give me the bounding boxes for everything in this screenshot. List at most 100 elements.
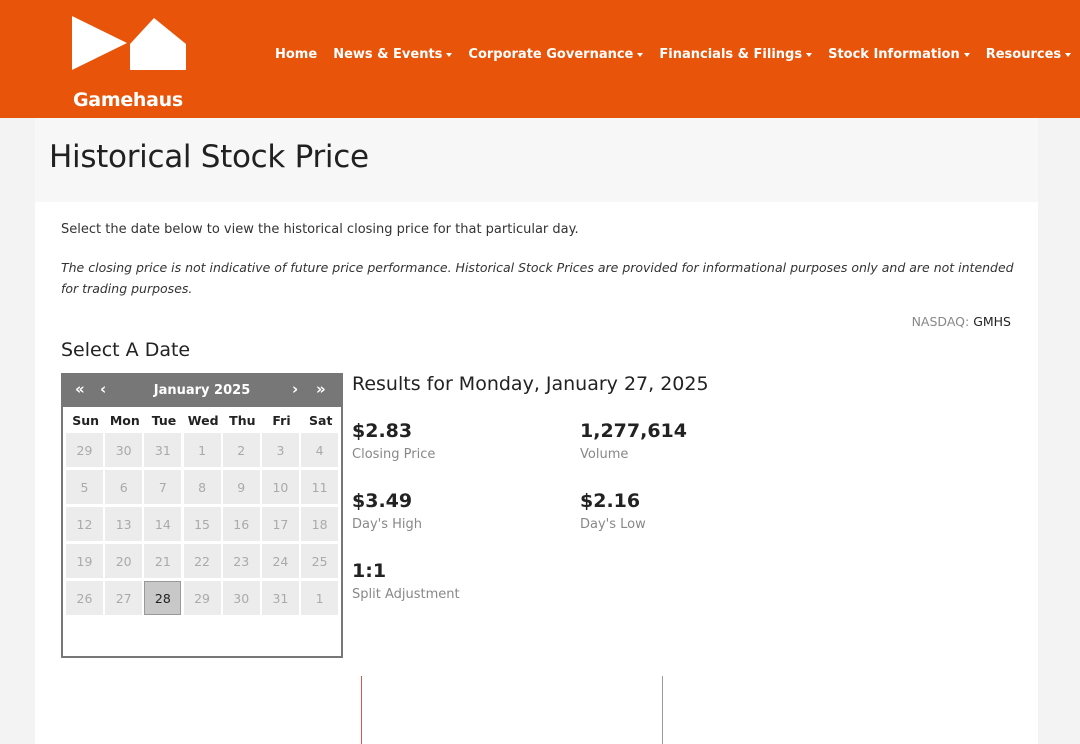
- calendar-day[interactable]: 31: [144, 433, 182, 467]
- nav-resources[interactable]: Resources: [985, 47, 1072, 62]
- weekday-label: Mon: [109, 412, 140, 428]
- divider-line: [662, 676, 663, 744]
- calendar-day[interactable]: 18: [301, 507, 339, 541]
- calendar-day[interactable]: 6: [105, 470, 143, 504]
- weekday-label: Thu: [229, 412, 256, 428]
- days-high-label: Day's High: [352, 517, 423, 532]
- calendar-day[interactable]: 20: [105, 544, 143, 578]
- calendar-header: « ‹ January 2025 › »: [63, 375, 341, 407]
- calendar-day[interactable]: 1: [301, 581, 339, 615]
- logo-text: Gamehaus: [73, 89, 183, 111]
- split-adjustment-label: Split Adjustment: [352, 587, 460, 602]
- nav-news-events[interactable]: News & Events: [333, 47, 453, 62]
- split-adjustment-stat: 1:1 Split Adjustment: [352, 560, 460, 602]
- divider-line: [361, 676, 362, 744]
- page-title: Historical Stock Price: [49, 139, 369, 175]
- calendar-day[interactable]: 17: [261, 507, 299, 541]
- calendar-day[interactable]: 29: [66, 433, 103, 467]
- calendar-day[interactable]: 15: [183, 507, 221, 541]
- main-nav: Home News & Events Corporate Governance …: [275, 47, 1080, 62]
- calendar-day[interactable]: 11: [301, 470, 339, 504]
- calendar-day[interactable]: 29: [183, 581, 221, 615]
- split-adjustment-value: 1:1: [352, 560, 387, 582]
- weekday-label: Tue: [151, 412, 177, 428]
- calendar-day[interactable]: 9: [222, 470, 260, 504]
- calendar-day[interactable]: 4: [301, 433, 339, 467]
- days-high-stat: $3.49 Day's High: [352, 490, 422, 532]
- calendar-day[interactable]: 30: [222, 581, 260, 615]
- caret-down-icon: [963, 53, 970, 57]
- calendar-week-row: 12 13 14 15 16 17 18: [66, 507, 341, 544]
- calendar-week-row: 19 20 21 22 23 24 25: [66, 544, 341, 581]
- calendar-day[interactable]: 30: [105, 433, 143, 467]
- calendar-day[interactable]: 21: [144, 544, 182, 578]
- nav-home[interactable]: Home: [275, 47, 317, 62]
- calendar-day[interactable]: 25: [301, 544, 339, 578]
- exchange-label: NASDAQ:: [911, 314, 970, 329]
- intro-text: Select the date below to view the histor…: [61, 222, 579, 237]
- calendar-day[interactable]: 27: [105, 581, 143, 615]
- caret-down-icon: [806, 53, 813, 57]
- nav-news-events-label: News & Events: [333, 47, 443, 62]
- volume-stat: 1,277,614 Volume: [580, 420, 687, 462]
- gamehaus-logo[interactable]: Gamehaus: [72, 14, 190, 111]
- date-picker: « ‹ January 2025 › » Sun Mon Tue Wed Thu…: [61, 373, 343, 658]
- ticker-label: NASDAQ: GMHS: [912, 314, 1011, 329]
- calendar-week-row: 5 6 7 8 9 10 11: [66, 470, 341, 507]
- nav-stock-information-label: Stock Information: [828, 47, 960, 62]
- select-date-heading: Select A Date: [61, 339, 191, 361]
- caret-down-icon: [1065, 53, 1072, 57]
- calendar-day[interactable]: 24: [261, 544, 299, 578]
- calendar-day[interactable]: 1: [183, 433, 221, 467]
- calendar-day-selected[interactable]: 28: [144, 581, 182, 615]
- calendar-day[interactable]: 16: [222, 507, 260, 541]
- closing-price-value: $2.83: [352, 420, 413, 442]
- calendar-day[interactable]: 31: [261, 581, 299, 615]
- nav-stock-information[interactable]: Stock Information: [828, 47, 970, 62]
- ticker-symbol: GMHS: [973, 314, 1011, 329]
- calendar-grid: 29 30 31 1 2 3 4 5 6 7 8 9 10 11 12 13 14 15 16 17 18 19 20 21 2…: [63, 433, 341, 618]
- nav-home-label: Home: [275, 47, 318, 62]
- closing-price-stat: $2.83 Closing Price: [352, 420, 435, 462]
- nav-financials-filings[interactable]: Financials & Filings: [659, 47, 813, 62]
- double-chevron-right-icon[interactable]: »: [316, 380, 326, 398]
- weekday-label: Sat: [309, 412, 333, 428]
- days-low-label: Day's Low: [580, 517, 646, 532]
- days-low-stat: $2.16 Day's Low: [580, 490, 646, 532]
- calendar-day[interactable]: 5: [66, 470, 103, 504]
- caret-down-icon: [446, 53, 453, 57]
- volume-value: 1,277,614: [580, 420, 687, 442]
- calendar-day[interactable]: 13: [105, 507, 143, 541]
- calendar-day[interactable]: 2: [222, 433, 260, 467]
- days-high-value: $3.49: [352, 490, 413, 512]
- days-low-value: $2.16: [580, 490, 641, 512]
- closing-price-label: Closing Price: [352, 447, 436, 462]
- calendar-day[interactable]: 22: [183, 544, 221, 578]
- caret-down-icon: [637, 53, 644, 57]
- weekday-row: Sun Mon Tue Wed Thu Fri Sat: [63, 407, 341, 433]
- site-header: Gamehaus Home News & Events Corporate Go…: [0, 0, 1080, 118]
- chevron-right-icon[interactable]: ›: [292, 380, 298, 398]
- calendar-day[interactable]: 23: [222, 544, 260, 578]
- nav-corporate-governance[interactable]: Corporate Governance: [468, 47, 644, 62]
- nav-resources-label: Resources: [985, 47, 1062, 62]
- calendar-day[interactable]: 19: [66, 544, 103, 578]
- calendar-week-row: 29 30 31 1 2 3 4: [66, 433, 341, 470]
- calendar-day[interactable]: 8: [183, 470, 221, 504]
- results-heading: Results for Monday, January 27, 2025: [352, 373, 709, 395]
- calendar-month-label[interactable]: January 2025: [63, 383, 341, 398]
- weekday-label: Sun: [72, 412, 99, 428]
- calendar-week-row: 26 27 28 29 30 31 1: [66, 581, 341, 618]
- calendar-day[interactable]: 7: [144, 470, 182, 504]
- nav-corporate-governance-label: Corporate Governance: [468, 47, 634, 62]
- weekday-label: Wed: [187, 412, 219, 428]
- calendar-day[interactable]: 14: [144, 507, 182, 541]
- logo-mark-icon: [72, 16, 186, 70]
- volume-label: Volume: [580, 447, 629, 462]
- calendar-day[interactable]: 3: [261, 433, 299, 467]
- calendar-day[interactable]: 10: [261, 470, 299, 504]
- calendar-day[interactable]: 12: [66, 507, 103, 541]
- weekday-label: Fri: [272, 412, 291, 428]
- calendar-day[interactable]: 26: [66, 581, 103, 615]
- nav-financials-filings-label: Financials & Filings: [659, 47, 803, 62]
